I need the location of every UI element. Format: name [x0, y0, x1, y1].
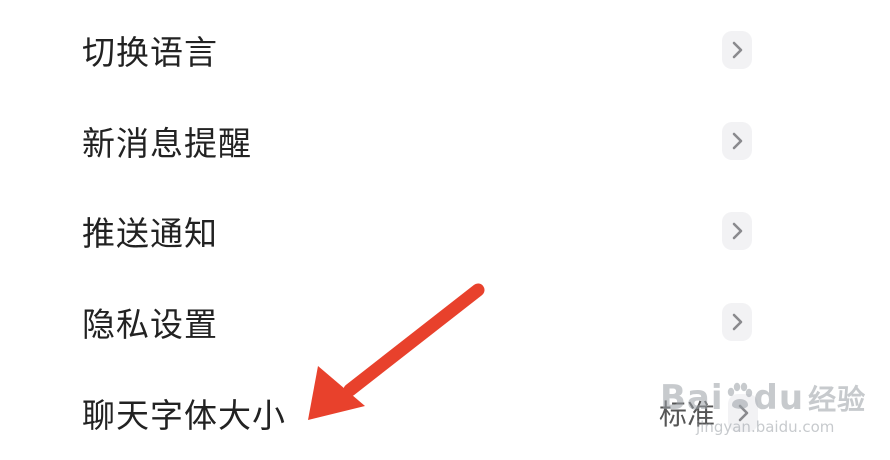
watermark-brand-right: du [753, 378, 805, 418]
baidu-paw-icon [724, 380, 754, 420]
settings-page: 切换语言 新消息提醒 推送通知 隐私设置 聊天字体大小 标准 Bai du 经验… [0, 0, 890, 460]
chevron-right-icon [722, 122, 752, 160]
watermark-brand: Bai du 经验 [660, 378, 866, 420]
watermark: Bai du 经验 jingyan.baidu.com [660, 374, 865, 444]
watermark-suffix: 经验 [808, 383, 867, 416]
settings-item-label: 隐私设置 [82, 305, 218, 344]
settings-item-privacy[interactable]: 隐私设置 [0, 277, 890, 367]
chevron-right-icon [722, 31, 752, 69]
settings-item-label: 聊天字体大小 [82, 396, 286, 435]
chevron-right-icon [722, 303, 752, 341]
settings-item-label: 新消息提醒 [82, 124, 252, 163]
watermark-url: jingyan.baidu.com [696, 418, 835, 436]
settings-item-new-message-alert[interactable]: 新消息提醒 [0, 96, 890, 186]
settings-item-label: 推送通知 [82, 214, 218, 253]
chevron-right-icon [722, 212, 752, 250]
settings-item-label: 切换语言 [82, 33, 218, 72]
watermark-brand-left: Bai [660, 378, 724, 418]
settings-item-switch-language[interactable]: 切换语言 [0, 5, 890, 95]
settings-item-push-notification[interactable]: 推送通知 [0, 186, 890, 276]
